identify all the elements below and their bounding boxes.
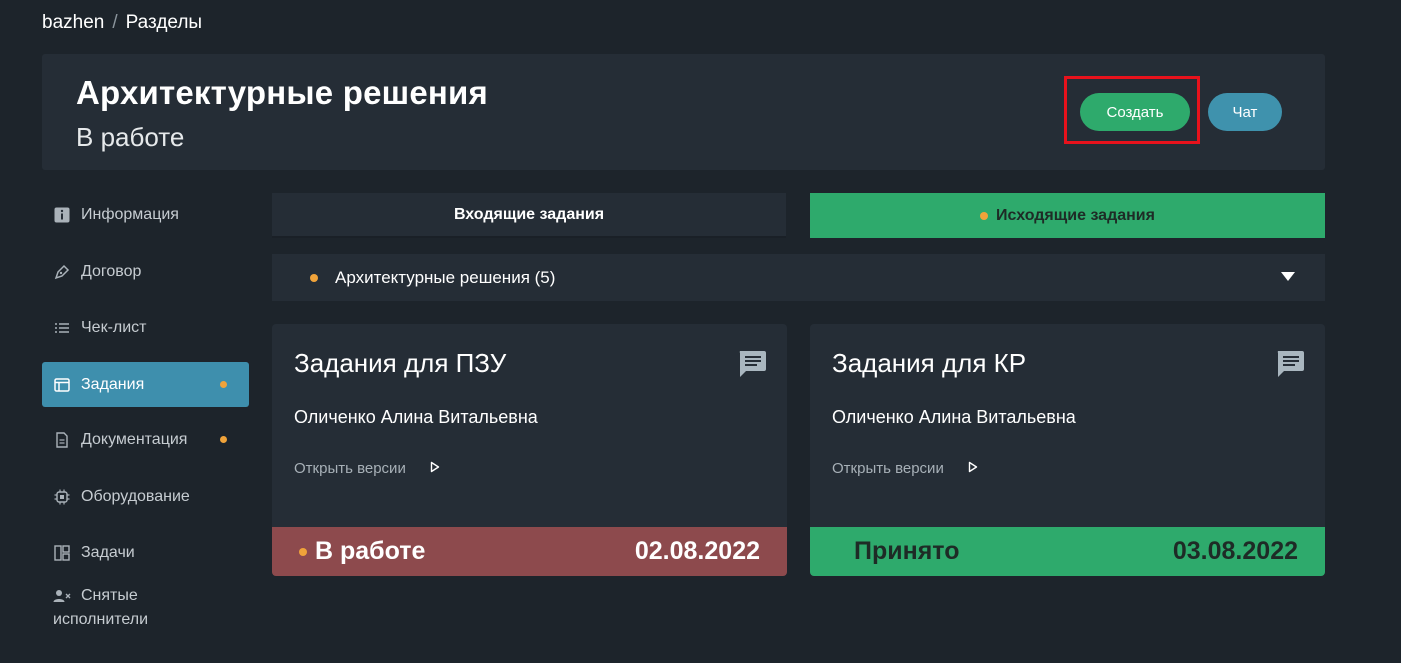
breadcrumb: bazhen / Разделы: [42, 12, 202, 34]
user-remove-icon: [53, 587, 71, 605]
sidebar-item-contract[interactable]: Договор: [42, 249, 249, 294]
card-status-bar: В работе 02.08.2022: [272, 527, 787, 576]
sidebar-item-info[interactable]: Информация: [42, 192, 249, 237]
sidebar-item-label: Документация: [81, 430, 188, 448]
breadcrumb-separator: /: [112, 12, 118, 33]
card-title: Задания для ПЗУ: [294, 348, 507, 378]
status-label: Принято: [854, 537, 960, 565]
create-button[interactable]: Создать: [1080, 93, 1190, 131]
sidebar-item-label-line2: исполнители: [53, 611, 149, 628]
sidebar-item-documentation[interactable]: Документация: [42, 417, 249, 462]
sidebar-item-label: Снятые: [81, 587, 138, 604]
checklist-icon: [53, 319, 71, 337]
notification-dot: [299, 547, 307, 556]
open-versions-label: Открыть версии: [294, 460, 406, 477]
comment-icon[interactable]: [1275, 350, 1305, 383]
sidebar-item-label: Договор: [81, 262, 142, 280]
chip-icon: [53, 488, 71, 506]
tab-incoming[interactable]: Входящие задания: [272, 193, 786, 238]
dashboard-icon: [53, 544, 71, 562]
status-label: В работе: [315, 537, 426, 565]
section-dropdown[interactable]: Архитектурные решения (5): [272, 254, 1325, 301]
page-title: Архитектурные решения: [76, 74, 488, 111]
sidebar-item-checklist[interactable]: Чек-лист: [42, 305, 249, 350]
tasks-icon: [53, 376, 71, 394]
pen-icon: [53, 263, 71, 281]
card-assignee: Оличенко Алина Витальевна: [832, 407, 1076, 427]
section-label: Архитектурные решения (5): [335, 267, 556, 287]
sidebar-item-label: Задачи: [81, 543, 135, 561]
chat-button[interactable]: Чат: [1208, 93, 1282, 131]
tab-outgoing[interactable]: Исходящие задания: [810, 193, 1325, 238]
info-icon: [53, 206, 71, 224]
open-versions-link[interactable]: Открыть версии: [294, 460, 440, 477]
sidebar-item-label: Информация: [81, 205, 179, 223]
open-versions-link[interactable]: Открыть версии: [832, 460, 978, 477]
tab-label: Исходящие задания: [996, 206, 1155, 224]
breadcrumb-root[interactable]: bazhen: [42, 12, 104, 34]
open-versions-label: Открыть версии: [832, 460, 944, 477]
document-icon: [53, 431, 71, 449]
page-status: В работе: [76, 122, 185, 152]
card-assignee: Оличенко Алина Витальевна: [294, 407, 538, 427]
caret-down-icon: [1281, 272, 1295, 281]
sidebar-item-equipment[interactable]: Оборудование: [42, 474, 249, 519]
status-date: 02.08.2022: [634, 537, 760, 565]
status-date: 03.08.2022: [1172, 537, 1298, 565]
tabs: Входящие задания Исходящие задания: [272, 193, 1325, 238]
breadcrumb-current[interactable]: Разделы: [126, 12, 202, 34]
sidebar-item-label: Задания: [81, 375, 145, 393]
tab-label: Входящие задания: [453, 205, 605, 223]
play-icon: [430, 460, 440, 477]
task-card: Задания для КР Оличенко Алина Витальевна…: [810, 324, 1325, 576]
notification-dot: [980, 211, 989, 220]
task-card: Задания для ПЗУ Оличенко Алина Витальевн…: [272, 324, 787, 576]
notification-dot: [220, 436, 227, 443]
card-title: Задания для КР: [832, 348, 1027, 378]
sidebar-item-label: Чек-лист: [81, 318, 147, 336]
header-panel: Архитектурные решения В работе Создать Ч…: [42, 54, 1325, 170]
sidebar-item-label: Оборудование: [81, 487, 190, 505]
sidebar-item-removed-executors[interactable]: Снятые исполнители: [42, 584, 249, 640]
sidebar-item-tasks[interactable]: Задания: [42, 362, 249, 407]
sidebar-item-tasks-board[interactable]: Задачи: [42, 530, 249, 575]
notification-dot: [220, 381, 227, 388]
play-icon: [968, 460, 978, 477]
notification-dot: [310, 273, 318, 282]
comment-icon[interactable]: [737, 350, 767, 383]
card-status-bar: Принято 03.08.2022: [810, 527, 1325, 576]
